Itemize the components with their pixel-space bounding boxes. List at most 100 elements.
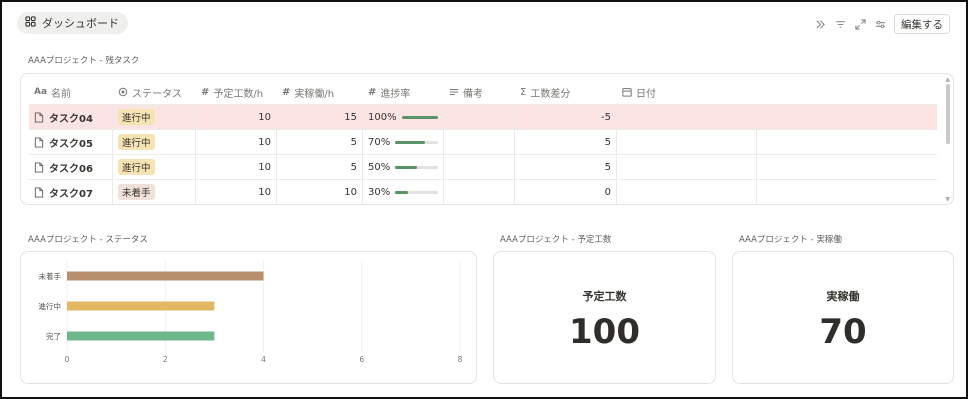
x-tick-label: 6 <box>359 355 364 364</box>
calendar-icon <box>622 88 632 97</box>
bar <box>67 331 215 341</box>
note-cell[interactable] <box>444 155 515 179</box>
table-row[interactable]: タスク07 未着手 10 10 30% 0 <box>29 179 937 204</box>
task-name-cell[interactable]: タスク05 <box>29 130 113 154</box>
actual-hours-cell[interactable]: 5 <box>277 155 363 179</box>
status-cell[interactable]: 進行中 <box>113 130 196 154</box>
bar <box>67 301 215 311</box>
category-label: 未着手 <box>39 271 62 281</box>
task-name-cell[interactable]: タスク07 <box>29 180 113 204</box>
date-cell[interactable] <box>617 155 757 179</box>
col-header-plan-hours[interactable]: # 予定工数/h <box>196 80 277 104</box>
progress-cell[interactable]: 30% <box>363 180 444 204</box>
date-cell[interactable] <box>617 130 757 154</box>
task-name-cell[interactable]: タスク06 <box>29 155 113 179</box>
progress-text: 30% <box>368 186 391 198</box>
progress-cell[interactable]: 50% <box>363 155 444 179</box>
note-cell[interactable] <box>444 105 515 129</box>
sigma-formula-icon: Σ <box>520 86 527 98</box>
text-lines-icon <box>449 89 459 95</box>
number-property-icon: # <box>282 86 291 98</box>
table-scrollbar[interactable] <box>946 84 950 144</box>
status-cell[interactable]: 進行中 <box>113 105 196 129</box>
status-badge: 未着手 <box>118 184 155 200</box>
actual-section-title: AAAプロジェクト - 実稼働 <box>739 235 842 245</box>
page-icon <box>34 161 44 173</box>
col-header-name[interactable]: Aa 名前 <box>29 80 113 104</box>
col-header-status[interactable]: ステータス <box>113 80 196 104</box>
status-badge: 進行中 <box>118 134 155 150</box>
actual-hours-cell[interactable]: 15 <box>277 105 363 129</box>
progress-text: 100% <box>368 111 397 123</box>
scroll-up-icon[interactable]: ▲ <box>945 76 950 83</box>
progress-bar <box>401 115 438 119</box>
scroll-down-icon[interactable]: ▼ <box>945 196 950 203</box>
diff-cell[interactable]: 5 <box>515 130 617 154</box>
col-header-diff[interactable]: Σ 工数差分 <box>515 80 617 104</box>
plan-hours-cell[interactable]: 10 <box>196 105 277 129</box>
settings-sliders-icon[interactable] <box>874 18 886 30</box>
actual-hours-label: 実稼働 <box>826 289 860 303</box>
category-label: 進行中 <box>39 301 62 311</box>
task-name-cell[interactable]: タスク04 <box>29 105 113 129</box>
progress-bar-fill <box>401 115 438 119</box>
number-property-icon: # <box>201 86 210 98</box>
table-header: Aa 名前 ステータス # 予定工数/h # 実稼働/h # 進捗率 備考 Σ … <box>29 80 757 104</box>
plan-hours-value: 100 <box>569 311 640 352</box>
empty-cell <box>757 105 937 129</box>
task-name: タスク07 <box>49 188 93 200</box>
status-cell[interactable]: 未着手 <box>113 180 196 204</box>
tasks-table: Aa 名前 ステータス # 予定工数/h # 実稼働/h # 進捗率 備考 Σ … <box>20 73 954 205</box>
table-row[interactable]: タスク05 進行中 10 5 70% 5 <box>29 129 937 154</box>
diff-cell[interactable]: 5 <box>515 155 617 179</box>
status-badge: 進行中 <box>118 159 155 175</box>
table-section-title: AAAプロジェクト - 残タスク <box>28 56 140 66</box>
col-header-date[interactable]: 日付 <box>617 80 757 104</box>
col-header-actual-hours[interactable]: # 実稼働/h <box>277 80 363 104</box>
toolbar: 編集する <box>814 14 950 34</box>
progress-bar <box>395 190 438 194</box>
date-cell[interactable] <box>617 180 757 204</box>
number-property-icon: # <box>368 86 377 98</box>
diff-cell[interactable]: -5 <box>515 105 617 129</box>
empty-cell <box>757 155 937 179</box>
plan-section-title: AAAプロジェクト - 予定工数 <box>500 235 612 245</box>
progress-cell[interactable]: 70% <box>363 130 444 154</box>
note-cell[interactable] <box>444 180 515 204</box>
expand-icon[interactable] <box>854 18 866 30</box>
status-section-title: AAAプロジェクト - ステータス <box>28 235 148 245</box>
dashboard-tab[interactable]: ダッシュボード <box>17 12 128 34</box>
progress-bar <box>395 140 438 144</box>
table-row[interactable]: タスク04 進行中 10 15 100% -5 <box>29 104 937 129</box>
page-icon <box>34 186 44 198</box>
task-name: タスク06 <box>49 163 93 175</box>
task-name: タスク05 <box>49 138 93 150</box>
status-property-icon <box>118 87 128 97</box>
double-chevron-right-icon[interactable] <box>814 18 826 30</box>
progress-cell[interactable]: 100% <box>363 105 444 129</box>
date-cell[interactable] <box>617 105 757 129</box>
col-header-progress[interactable]: # 進捗率 <box>363 80 444 104</box>
empty-cell <box>757 130 937 154</box>
x-tick-label: 0 <box>65 355 70 364</box>
x-tick-label: 8 <box>458 355 463 364</box>
bar <box>67 271 264 281</box>
progress-bar-fill <box>395 190 409 194</box>
actual-hours-value: 70 <box>819 311 867 352</box>
actual-hours-cell[interactable]: 10 <box>277 180 363 204</box>
actual-hours-cell[interactable]: 5 <box>277 130 363 154</box>
plan-hours-cell[interactable]: 10 <box>196 155 277 179</box>
diff-cell[interactable]: 0 <box>515 180 617 204</box>
status-cell[interactable]: 進行中 <box>113 155 196 179</box>
progress-bar-fill <box>395 140 426 144</box>
plan-hours-label: 予定工数 <box>582 289 627 303</box>
note-cell[interactable] <box>444 130 515 154</box>
page-icon <box>34 136 44 148</box>
plan-hours-card: 予定工数 100 <box>493 251 716 384</box>
filter-icon[interactable] <box>834 18 846 30</box>
plan-hours-cell[interactable]: 10 <box>196 180 277 204</box>
edit-button[interactable]: 編集する <box>894 14 950 34</box>
table-row[interactable]: タスク06 進行中 10 5 50% 5 <box>29 154 937 179</box>
col-header-note[interactable]: 備考 <box>444 80 515 104</box>
plan-hours-cell[interactable]: 10 <box>196 130 277 154</box>
